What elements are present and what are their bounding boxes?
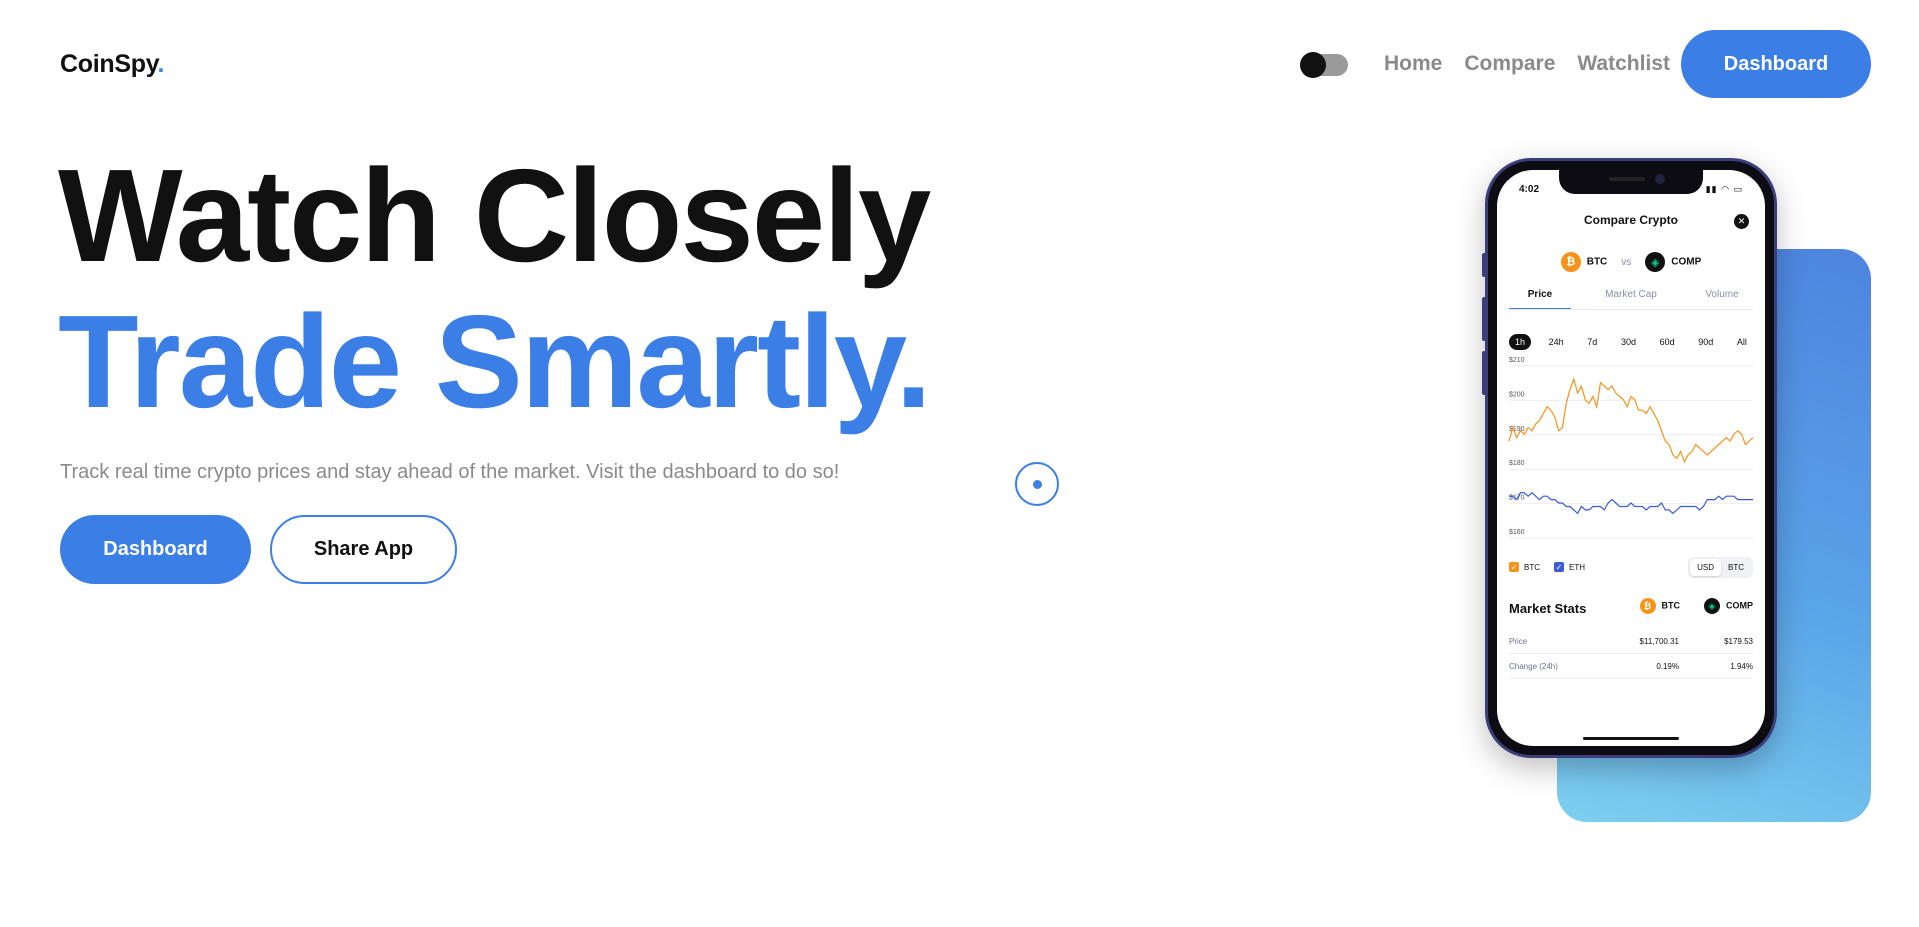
stats-row: Change (24h) 0.19% 1.94% <box>1509 662 1753 679</box>
coin-pair: ₿ BTC vs ◈ COMP <box>1497 252 1765 272</box>
currency-toggle: USD BTC <box>1688 557 1753 578</box>
y-tick-label: $160 <box>1509 529 1525 536</box>
series-line-btc <box>1508 377 1754 464</box>
nav-links: Home Compare Watchlist <box>1384 52 1670 76</box>
tab-market-cap[interactable]: Market Cap <box>1600 289 1662 310</box>
currency-usd[interactable]: USD <box>1690 559 1721 576</box>
stats-head-coin-a-label: BTC <box>1661 600 1681 611</box>
coin-b-label: COMP <box>1671 256 1702 268</box>
legend-eth-checkbox[interactable]: ✓ ETH <box>1554 562 1585 572</box>
stats-row-label: Change (24h) <box>1509 662 1558 671</box>
stats-row-value-a: $11,700.31 <box>1639 637 1679 646</box>
phone-notch <box>1559 170 1703 194</box>
theme-toggle[interactable] <box>1300 52 1348 78</box>
cursor-dot <box>1033 480 1042 489</box>
screen-title: Compare Crypto <box>1583 213 1678 227</box>
stats-head-coin-b: ◈ COMP <box>1704 598 1753 614</box>
cursor-ring-icon <box>1015 462 1059 506</box>
stats-row-label: Price <box>1509 637 1528 646</box>
close-icon[interactable]: ✕ <box>1734 214 1749 229</box>
home-indicator <box>1583 737 1679 740</box>
vs-label: vs <box>1621 256 1632 268</box>
stats-row-value-b: 1.94% <box>1730 662 1753 671</box>
metric-tabs: Price Market Cap Volume <box>1509 289 1753 310</box>
nav-link-watchlist[interactable]: Watchlist <box>1577 52 1670 76</box>
time-range-selector: 1h 24h 7d 30d 60d 90d All <box>1509 334 1753 350</box>
nav-dashboard-button[interactable]: Dashboard <box>1681 30 1871 98</box>
logo-dot: . <box>157 50 165 78</box>
market-stats-title: Market Stats <box>1509 601 1587 616</box>
nav-link-compare[interactable]: Compare <box>1464 52 1555 76</box>
hero-subtitle: Track real time crypto prices and stay a… <box>60 461 840 483</box>
checkbox-checked-icon: ✓ <box>1554 562 1564 572</box>
range-60d[interactable]: 60d <box>1654 334 1681 350</box>
hero-heading-line2: Trade Smartly. <box>58 288 932 435</box>
stats-row: Price $11,700.31 $179.53 <box>1509 637 1753 654</box>
legend-eth-label: ETH <box>1569 562 1585 572</box>
phone-side-button <box>1482 351 1486 395</box>
range-7d[interactable]: 7d <box>1581 334 1603 350</box>
top-nav: CoinSpy. Home Compare Watchlist Dashboar… <box>0 0 1919 128</box>
phone-side-button <box>1482 253 1486 277</box>
y-tick-label: $210 <box>1509 357 1525 364</box>
phone-mockup: 4:02 ▮▮ ◠ ▭ Compare Crypto ✕ ₿ BTC vs ◈ CO… <box>1482 158 1777 758</box>
share-app-button[interactable]: Share App <box>270 515 457 584</box>
chart-legend: ✓ BTC ✓ ETH <box>1509 562 1585 572</box>
y-tick-label: $200 <box>1509 391 1525 398</box>
y-tick-label: $180 <box>1509 460 1525 467</box>
series-line-eth <box>1509 491 1753 515</box>
compound-icon: ◈ <box>1645 252 1666 272</box>
stats-head-coin-a: ₿ BTC <box>1639 598 1681 614</box>
coin-a[interactable]: ₿ BTC <box>1560 252 1608 272</box>
nav-link-home[interactable]: Home <box>1384 52 1442 76</box>
currency-btc[interactable]: BTC <box>1721 559 1751 576</box>
stats-row-value-b: $179.53 <box>1724 637 1753 646</box>
status-icons: ▮▮ ◠ ▭ <box>1705 184 1743 194</box>
coin-a-label: BTC <box>1586 256 1608 268</box>
legend-btc-label: BTC <box>1524 562 1540 572</box>
bitcoin-icon: ₿ <box>1560 252 1581 272</box>
range-24h[interactable]: 24h <box>1543 334 1570 350</box>
coin-b[interactable]: ◈ COMP <box>1645 252 1701 272</box>
stats-header: ₿ BTC ◈ COMP <box>1639 598 1753 614</box>
price-chart: $210$200$190$180$170$160 <box>1508 357 1754 539</box>
tab-volume[interactable]: Volume <box>1691 289 1753 310</box>
bitcoin-icon: ₿ <box>1639 598 1656 614</box>
compound-icon: ◈ <box>1704 598 1720 614</box>
phone-side-button <box>1482 297 1486 341</box>
range-30d[interactable]: 30d <box>1615 334 1642 350</box>
logo-text: CoinSpy <box>60 50 158 78</box>
status-time: 4:02 <box>1519 184 1540 195</box>
stats-head-coin-b-label: COMP <box>1726 600 1753 611</box>
legend-btc-checkbox[interactable]: ✓ BTC <box>1509 562 1540 572</box>
range-90d[interactable]: 90d <box>1692 334 1719 350</box>
tab-divider <box>1509 309 1753 310</box>
range-all[interactable]: All <box>1731 334 1753 350</box>
tab-price[interactable]: Price <box>1509 289 1571 310</box>
checkbox-checked-icon: ✓ <box>1509 562 1519 572</box>
hero-dashboard-button[interactable]: Dashboard <box>60 515 251 584</box>
phone-screen: 4:02 ▮▮ ◠ ▭ Compare Crypto ✕ ₿ BTC vs ◈ CO… <box>1497 170 1765 746</box>
logo[interactable]: CoinSpy. <box>60 50 164 79</box>
hero-heading-line1: Watch Closely <box>58 142 931 289</box>
range-1h[interactable]: 1h <box>1509 334 1532 350</box>
stats-row-value-a: 0.19% <box>1656 662 1679 671</box>
theme-toggle-knob <box>1300 52 1326 78</box>
